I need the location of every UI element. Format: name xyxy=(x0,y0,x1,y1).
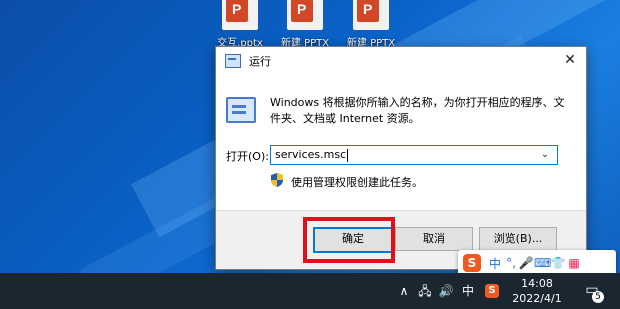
clock[interactable]: 14:08 2022/4/1 xyxy=(512,276,562,306)
open-label: 打开(O): xyxy=(226,150,269,163)
notification-count-badge: 5 xyxy=(592,291,604,303)
chevron-up-icon[interactable]: ∧ xyxy=(397,273,411,309)
uac-shield-icon xyxy=(271,173,283,187)
open-input-value: services.msc xyxy=(275,148,347,161)
title-bar[interactable]: 运行 ✕ xyxy=(216,47,586,75)
open-input[interactable]: services.msc xyxy=(270,145,558,165)
microphone-icon[interactable]: 🎤 xyxy=(518,256,534,270)
admin-notice: 使用管理权限创建此任务。 xyxy=(291,176,423,189)
ime-mode-toggle[interactable]: 中 xyxy=(486,255,504,272)
desktop-icon-pptx-3[interactable]: 新建 PPTX xyxy=(341,0,401,49)
ok-button-highlight xyxy=(303,217,395,263)
desktop-icon-pptx-2[interactable]: 新建 PPTX xyxy=(275,0,335,49)
volume-icon[interactable]: 🔊 xyxy=(438,273,454,309)
sogou-tray-icon[interactable]: S xyxy=(485,284,499,298)
cancel-button[interactable]: 取消 xyxy=(395,227,473,251)
run-icon xyxy=(225,54,241,68)
run-dialog: 运行 ✕ Windows 将根据你所输入的名称，为你打开相应的程序、文件夹、文档… xyxy=(215,46,587,270)
punctuation-toggle[interactable]: °, xyxy=(504,256,518,270)
dialog-description: Windows 将根据你所输入的名称，为你打开相应的程序、文件夹、文档或 Int… xyxy=(270,96,565,125)
toolbox-icon[interactable]: ▦ xyxy=(566,256,582,270)
ime-mode-indicator[interactable]: 中 xyxy=(460,273,476,309)
close-icon[interactable]: ✕ xyxy=(558,49,582,71)
skin-icon[interactable]: 👕 xyxy=(550,256,566,270)
browse-button[interactable]: 浏览(B)... xyxy=(479,227,557,251)
chevron-down-icon[interactable]: ⌄ xyxy=(537,146,553,164)
pptx-file-icon xyxy=(222,0,258,30)
taskbar: ∧ 🖧 🔊 中 S 14:08 2022/4/1 ▭ 5 xyxy=(0,273,620,309)
network-icon[interactable]: 🖧 xyxy=(417,273,433,309)
desktop-icon-pptx-1[interactable]: 交互.pptx xyxy=(210,0,270,49)
pptx-file-icon xyxy=(353,0,389,30)
clock-date: 2022/4/1 xyxy=(512,292,562,305)
pptx-file-icon xyxy=(287,0,323,30)
keyboard-icon[interactable]: ⌨ xyxy=(534,256,551,270)
sogou-logo-icon[interactable]: S xyxy=(463,254,481,272)
run-program-icon xyxy=(226,97,256,123)
clock-time: 14:08 xyxy=(521,277,553,290)
text-caret xyxy=(347,148,349,162)
dialog-title: 运行 xyxy=(249,55,271,68)
